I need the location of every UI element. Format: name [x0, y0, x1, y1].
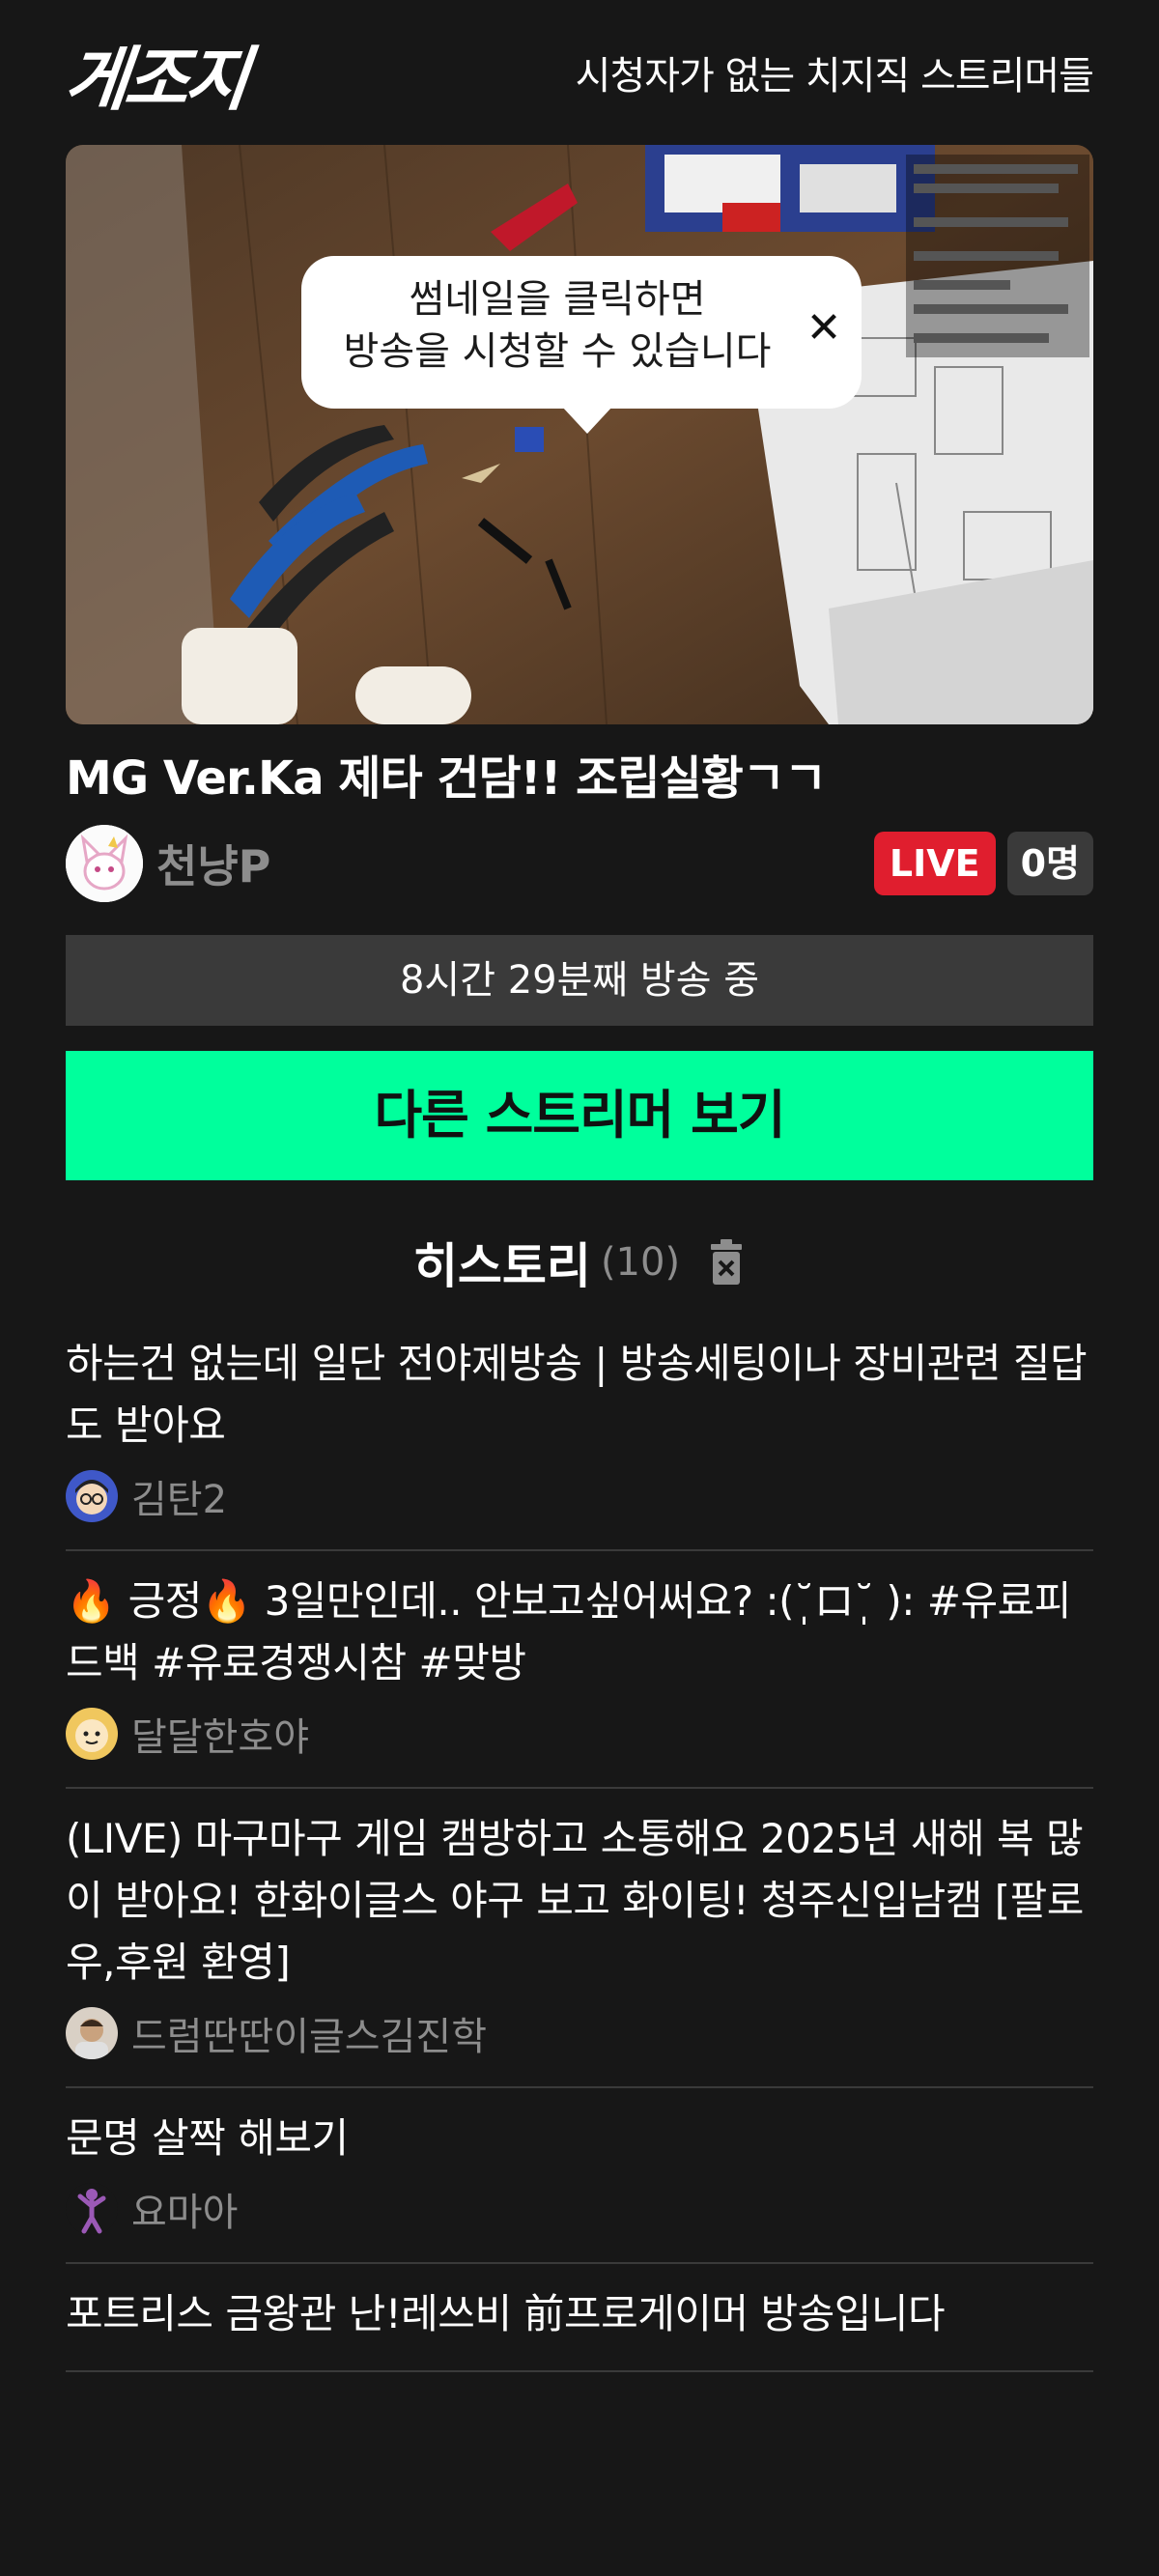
history-item-streamer-name: 요마아	[131, 2191, 239, 2235]
streamer-avatar	[66, 2183, 118, 2235]
streamer-name: 천냥P	[156, 840, 271, 892]
live-badge: LIVE	[873, 832, 996, 895]
history-count: (10)	[600, 1240, 681, 1285]
history-item[interactable]: 하는건 없는데 일단 전야제방송 | 방송세팅이나 장비관련 질답도 받아요 김…	[66, 1319, 1093, 1551]
history-item-streamer-name: 김탄2	[131, 1478, 228, 1522]
viewer-count-badge: 0명	[1006, 832, 1093, 895]
history-item-streamer-name: 드럼딴딴이글스김진학	[131, 2015, 487, 2059]
page: 게조지 시청자가 없는 치지직 스트리머들 썸네일을 클릭하면 방송을 시청할 …	[0, 0, 1159, 2576]
tooltip-line-1: 썸네일을 클릭하면	[409, 277, 706, 322]
history-item[interactable]: 🔥 긍정🔥 3일만인데.. 안보고싶어써요? :(˘̩̩̩ロ˘̩̩̩ ): #유…	[66, 1551, 1093, 1789]
history-item[interactable]: (LIVE) 마구마구 게임 캠방하고 소통해요 2025년 새해 복 많이 받…	[66, 1789, 1093, 2088]
history-title: 히스토리	[412, 1238, 591, 1294]
history-item-streamer[interactable]: 김탄2	[66, 1468, 1093, 1524]
history-item[interactable]: 문명 살짝 해보기 요마아	[66, 2088, 1093, 2264]
streamer-avatar	[66, 2007, 118, 2059]
history-item-title[interactable]: (LIVE) 마구마구 게임 캠방하고 소통해요 2025년 새해 복 많이 받…	[66, 1808, 1093, 1994]
tooltip-line-2: 방송을 시청할 수 있습니다	[343, 329, 772, 374]
trash-icon[interactable]	[707, 1238, 746, 1287]
history-list: 하는건 없는데 일단 전야제방송 | 방송세팅이나 장비관련 질답도 받아요 김…	[66, 1319, 1093, 2372]
history-item-streamer[interactable]: 드럼딴딴이글스김진학	[66, 2005, 1093, 2061]
history-item-title[interactable]: 🔥 긍정🔥 3일만인데.. 안보고싶어써요? :(˘̩̩̩ロ˘̩̩̩ ): #유…	[66, 1571, 1093, 1694]
history-item-title[interactable]: 하는건 없는데 일단 전야제방송 | 방송세팅이나 장비관련 질답도 받아요	[66, 1333, 1093, 1457]
streamer-avatar	[66, 825, 143, 902]
streamer-avatar	[66, 1470, 118, 1522]
stream-badges: LIVE 0명	[873, 832, 1093, 895]
stream-duration: 8시간 29분째 방송 중	[66, 935, 1093, 1026]
stream-thumbnail[interactable]: 썸네일을 클릭하면 방송을 시청할 수 있습니다 ✕	[66, 145, 1093, 724]
history-item-streamer[interactable]: 달달한호야	[66, 1706, 1093, 1762]
stream-title[interactable]: MG Ver.Ka 제타 건담!! 조립실황ㄱㄱ	[66, 748, 1093, 809]
streamer-info[interactable]: 천냥P	[66, 825, 270, 902]
thumbnail-image[interactable]	[66, 145, 1093, 724]
site-tagline: 시청자가 없는 치지직 스트리머들	[575, 54, 1094, 99]
other-streamer-button[interactable]: 다른 스트리머 보기	[66, 1051, 1093, 1180]
thumbnail-tooltip: 썸네일을 클릭하면 방송을 시청할 수 있습니다 ✕	[301, 256, 862, 434]
history-item-title[interactable]: 포트리스 금왕관 난!레쓰비 前프로게이머 방송입니다	[66, 2283, 1093, 2345]
header: 게조지 시청자가 없는 치지직 스트리머들	[61, 0, 1094, 145]
site-logo[interactable]: 게조지	[60, 22, 251, 124]
streamer-row: 천냥P LIVE 0명	[66, 823, 1093, 904]
history-item-title[interactable]: 문명 살짝 해보기	[66, 2108, 1093, 2169]
history-item[interactable]: 포트리스 금왕관 난!레쓰비 前프로게이머 방송입니다	[66, 2264, 1093, 2372]
history-header: 히스토리 (10)	[66, 1231, 1093, 1294]
history-item-streamer[interactable]: 요마아	[66, 2181, 1093, 2237]
streamer-avatar	[66, 1708, 118, 1760]
close-icon[interactable]: ✕	[800, 304, 848, 353]
history-item-streamer-name: 달달한호야	[131, 1715, 309, 1760]
